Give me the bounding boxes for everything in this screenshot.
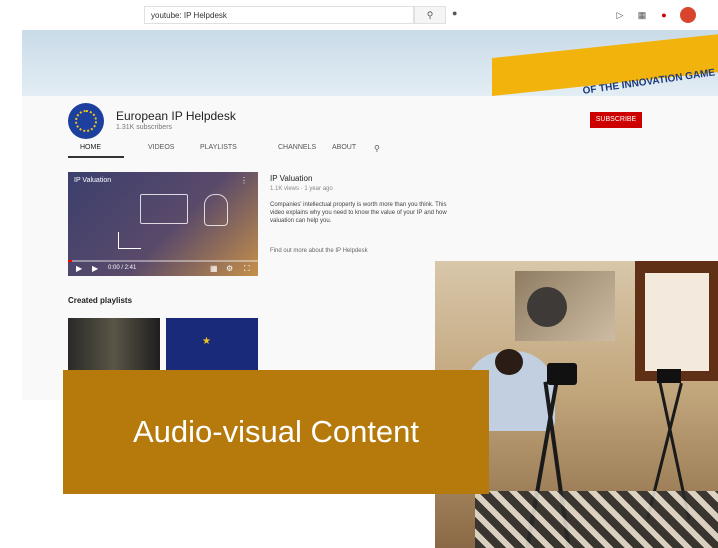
video-player-title: IP Valuation — [74, 177, 112, 184]
channel-search-icon[interactable]: ⚲ — [374, 144, 380, 153]
light-stand-head — [657, 369, 681, 383]
section-label-box: Audio-visual Content — [63, 370, 489, 494]
featured-video-meta: 1.1K views · 1 year ago — [270, 186, 333, 192]
camera-icon — [547, 363, 577, 385]
video-graphic-card — [140, 194, 188, 224]
account-avatar[interactable] — [680, 7, 696, 23]
video-progress-fill — [68, 260, 72, 262]
more-options-icon[interactable]: ⋮ — [240, 176, 248, 185]
subscriber-count: 1.31K subscribers — [116, 124, 173, 131]
channel-banner: OF THE INNOVATION GAME — [22, 30, 718, 96]
section-label: Audio-visual Content — [132, 414, 420, 449]
tab-playlists[interactable]: PLAYLISTS — [200, 144, 237, 151]
camera-operator-head — [495, 349, 523, 375]
settings-icon[interactable]: ⚙ — [226, 264, 233, 273]
tab-home[interactable]: HOME — [80, 144, 101, 151]
play-icon[interactable]: ▶ — [76, 264, 82, 273]
video-graphic-bulb — [204, 194, 228, 226]
video-graphic-chart — [118, 232, 141, 249]
featured-video-player[interactable]: IP Valuation ⋮ ▶ ▶ 0:00 / 2:41 ▦ ⚙ ⛶ — [68, 172, 258, 276]
featured-video-title[interactable]: IP Valuation — [270, 174, 312, 183]
tab-about[interactable]: ABOUT — [332, 144, 356, 151]
floor-rug — [475, 491, 718, 548]
eu-stars-icon: ★ — [202, 336, 211, 347]
apps-grid-icon[interactable]: ▦ — [636, 9, 648, 21]
featured-video-description: Companies' intellectual property is wort… — [270, 202, 447, 224]
video-time: 0:00 / 2:41 — [108, 265, 137, 271]
playlists-heading: Created playlists — [68, 296, 133, 305]
channel-logo[interactable] — [68, 103, 104, 139]
search-input[interactable]: youtube: IP Helpdesk — [144, 6, 414, 24]
tab-channels[interactable]: CHANNELS — [278, 144, 316, 151]
microphone-icon[interactable]: ● — [452, 8, 462, 22]
fullscreen-icon[interactable]: ⛶ — [244, 264, 250, 274]
wall-flower — [527, 287, 567, 327]
search-button[interactable]: ⚲ — [414, 6, 446, 24]
create-video-icon[interactable]: ▷ — [614, 9, 626, 21]
playlist-thumbnail[interactable] — [68, 318, 160, 378]
window-glass — [645, 273, 709, 371]
youtube-top-bar: youtube: IP Helpdesk ⚲ ● ▷ ▦ ● — [22, 0, 718, 30]
volume-icon[interactable]: ▶ — [92, 264, 98, 273]
video-progress-bar[interactable] — [68, 260, 258, 262]
playlist-thumbnail[interactable]: ★ — [166, 318, 258, 378]
featured-video-link[interactable]: Find out more about the IP Helpdesk — [270, 248, 450, 254]
tab-videos[interactable]: VIDEOS — [148, 144, 174, 151]
active-tab-indicator — [68, 156, 124, 158]
notifications-icon[interactable]: ● — [658, 9, 670, 21]
subscribe-button[interactable]: SUBSCRIBE — [590, 112, 642, 128]
subtitles-icon[interactable]: ▦ — [210, 264, 218, 273]
channel-name: European IP Helpdesk — [116, 109, 236, 123]
